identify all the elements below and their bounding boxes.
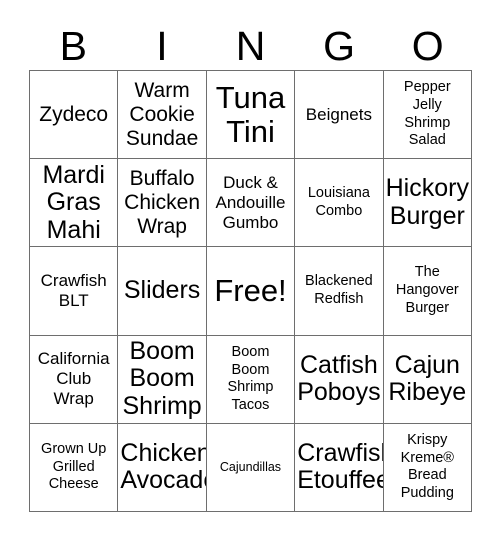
bingo-cell[interactable]: Free! (206, 247, 296, 336)
bingo-cell[interactable]: Catfish Poboys (295, 335, 384, 424)
bingo-cell-label: Warm Cookie Sundae (125, 78, 199, 150)
bingo-cell-label: California Club Wrap (37, 349, 110, 409)
bingo-card: B I N G O Zydeco Warm Cookie Sundae Tuna T… (0, 0, 500, 544)
bingo-cell-label: Duck & Andouille Gumbo (215, 172, 286, 232)
bingo-header-letter-n: N (235, 22, 266, 69)
bingo-cell-label: Chicken Avocado (120, 438, 207, 495)
bingo-cell[interactable]: Zydeco (30, 71, 119, 160)
bingo-cell[interactable]: Warm Cookie Sundae (118, 71, 207, 160)
bingo-cell-label: Mardi Gras Mahi (42, 160, 105, 244)
bingo-cell-label: Louisiana Combo (307, 185, 370, 219)
bingo-header-letter-b: B (59, 22, 87, 69)
bingo-cell[interactable]: Sliders (118, 247, 207, 336)
bingo-cell[interactable]: Buffalo Chicken Wrap (118, 159, 207, 248)
bingo-cell-label: Grown Up Grilled Cheese (41, 440, 107, 493)
bingo-cell-label: Crawfish Etouffee (297, 438, 384, 495)
bingo-cell-label: Catfish Poboys (297, 350, 381, 407)
bingo-header-letter-g: G (323, 22, 356, 69)
bingo-cell-label: Pepper Jelly Shrimp Salad (403, 79, 451, 149)
bingo-cell-label: Boom Boom Shrimp (122, 336, 202, 420)
bingo-cell[interactable]: Boom Boom Shrimp (118, 335, 207, 424)
bingo-cell-label: Boom Boom Shrimp Tacos (227, 343, 274, 413)
bingo-cell[interactable]: Tuna Tini (206, 71, 296, 160)
bingo-cell-label: Krispy Kreme® Bread Pudding (400, 432, 454, 502)
bingo-cell-label: Cajundillas (219, 459, 282, 474)
bingo-cell[interactable]: Chicken Avocado (118, 423, 207, 512)
bingo-header-row: B I N G O (29, 22, 472, 70)
bingo-cell[interactable]: Beignets (295, 71, 384, 160)
bingo-cell-label: Free! (214, 273, 287, 309)
bingo-cell[interactable]: California Club Wrap (30, 335, 119, 424)
bingo-cell[interactable]: Crawfish BLT (30, 247, 119, 336)
bingo-cell[interactable]: The Hangover Burger (383, 247, 472, 336)
bingo-cell-label: Zydeco (39, 102, 109, 126)
bingo-grid: Zydeco Warm Cookie Sundae Tuna Tini Beignet… (29, 70, 472, 512)
bingo-cell[interactable]: Crawfish Etouffee (295, 423, 384, 512)
bingo-cell[interactable]: Krispy Kreme® Bread Pudding (383, 423, 472, 512)
bingo-cell[interactable]: Pepper Jelly Shrimp Salad (383, 71, 472, 160)
bingo-cell-label: Blackened Redfish (305, 273, 373, 307)
bingo-header-letter-i: I (156, 22, 168, 69)
bingo-cell-label: Buffalo Chicken Wrap (124, 166, 201, 238)
bingo-cell[interactable]: Cajun Ribeye (383, 335, 472, 424)
bingo-cell[interactable]: Blackened Redfish (295, 247, 384, 336)
bingo-cell-label: Cajun Ribeye (388, 350, 467, 407)
bingo-header-letter-o: O (411, 22, 444, 69)
bingo-cell[interactable]: Louisiana Combo (295, 159, 384, 248)
bingo-cell[interactable]: Grown Up Grilled Cheese (30, 423, 119, 512)
bingo-cell[interactable]: Boom Boom Shrimp Tacos (206, 335, 296, 424)
bingo-cell-label: Crawfish BLT (40, 270, 107, 310)
bingo-cell[interactable]: Cajundillas (206, 423, 296, 512)
bingo-cell[interactable]: Mardi Gras Mahi (30, 159, 119, 248)
bingo-cell-label: The Hangover Burger (395, 264, 459, 316)
bingo-cell[interactable]: Hickory Burger (383, 159, 472, 248)
bingo-cell[interactable]: Duck & Andouille Gumbo (206, 159, 296, 248)
bingo-cell-label: Beignets (305, 104, 372, 124)
bingo-cell-label: Hickory Burger (385, 174, 469, 230)
bingo-cell-label: Sliders (123, 276, 201, 305)
bingo-cell-label: Tuna Tini (215, 80, 286, 149)
